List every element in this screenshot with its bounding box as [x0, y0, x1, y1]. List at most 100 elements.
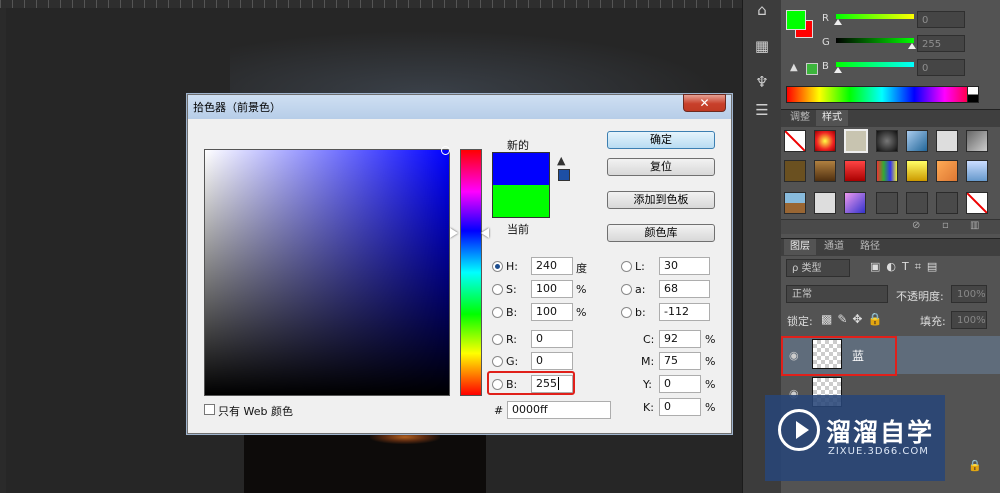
style-swatch[interactable]	[784, 192, 806, 214]
b-label: b:	[635, 306, 646, 319]
color-r-slider[interactable]	[836, 14, 914, 19]
trash-icon[interactable]: ▥	[970, 220, 979, 231]
style-swatch[interactable]	[876, 130, 898, 152]
radio-b[interactable]	[621, 307, 632, 318]
style-swatch-none[interactable]	[784, 130, 806, 152]
clear-style-icon[interactable]: ⊘	[912, 220, 920, 231]
black-white-swatch[interactable]	[967, 86, 979, 103]
style-swatch-none[interactable]	[966, 192, 988, 214]
black-input[interactable]: 0	[659, 398, 701, 416]
color-r-input[interactable]: 0	[917, 11, 965, 28]
properties-icon[interactable]: ☰	[752, 100, 772, 120]
lightness-input[interactable]: 30	[659, 257, 710, 275]
brush-icon[interactable]: ♆	[752, 72, 772, 92]
style-swatch[interactable]	[876, 160, 898, 182]
horizontal-ruler	[0, 0, 742, 8]
style-swatch[interactable]	[784, 160, 806, 182]
color-picker-marker[interactable]	[441, 146, 450, 155]
radio-a[interactable]	[621, 284, 632, 295]
saturation-label: S:	[506, 283, 517, 296]
websafe-swatch-small[interactable]	[806, 63, 818, 75]
a-input[interactable]: 68	[659, 280, 710, 298]
style-swatch[interactable]	[906, 130, 928, 152]
style-swatch[interactable]	[906, 160, 928, 182]
add-to-swatches-button[interactable]: 添加到色板	[607, 191, 715, 209]
web-colors-only-checkbox[interactable]	[204, 404, 215, 415]
radio-red[interactable]	[492, 334, 503, 345]
green-input[interactable]: 0	[531, 352, 573, 370]
style-swatch[interactable]	[814, 160, 836, 182]
lock-label: 锁定:	[787, 315, 813, 328]
style-swatch[interactable]	[814, 192, 836, 214]
fill-input[interactable]: 100%	[951, 311, 987, 329]
warning-triangle-icon[interactable]: ▲	[557, 154, 565, 167]
yellow-input[interactable]: 0	[659, 375, 701, 393]
tab-styles[interactable]: 样式	[816, 110, 848, 126]
filter-icons[interactable]: ▣◐T⌗▤	[870, 260, 943, 274]
blend-mode-dropdown[interactable]: 正常	[786, 285, 888, 303]
yellow-unit: %	[705, 378, 716, 391]
tab-paths[interactable]: 路径	[854, 239, 886, 255]
hue-input[interactable]: 240	[531, 257, 573, 275]
hue-slider-left-arrow[interactable]	[450, 228, 458, 238]
red-input[interactable]: 0	[531, 330, 573, 348]
close-icon[interactable]: ✕	[683, 94, 726, 112]
color-b-thumb[interactable]	[834, 67, 842, 73]
hue-slider-right-arrow[interactable]	[481, 228, 489, 238]
history-icon[interactable]: ⌂	[752, 0, 772, 20]
new-style-icon[interactable]: ▫	[942, 220, 949, 231]
radio-brightness[interactable]	[492, 307, 503, 318]
magenta-input[interactable]: 75	[659, 352, 701, 370]
style-swatch[interactable]	[814, 130, 836, 152]
b-input[interactable]: -112	[659, 303, 710, 321]
reset-button[interactable]: 复位	[607, 158, 715, 176]
style-swatch[interactable]	[936, 130, 958, 152]
style-swatch[interactable]	[876, 192, 898, 214]
color-r-thumb[interactable]	[834, 19, 842, 25]
style-swatch[interactable]	[844, 160, 866, 182]
color-libraries-button[interactable]: 颜色库	[607, 224, 715, 242]
lock-option-icons[interactable]: ▩✎✥🔒	[821, 312, 887, 326]
cyan-input[interactable]: 92	[659, 330, 701, 348]
tab-adjustments[interactable]: 调整	[784, 110, 816, 126]
radio-green[interactable]	[492, 356, 503, 367]
color-g-thumb[interactable]	[908, 43, 916, 49]
saturation-input[interactable]: 100	[531, 280, 573, 298]
foreground-color-swatch[interactable]	[786, 10, 806, 30]
style-swatch[interactable]	[936, 192, 958, 214]
current-color-swatch[interactable]	[492, 185, 550, 218]
color-g-input[interactable]: 255	[917, 35, 965, 52]
watermark-url: ZIXUE.3D66.COM	[828, 446, 929, 457]
color-b-input[interactable]: 0	[917, 59, 965, 76]
radio-lightness[interactable]	[621, 261, 632, 272]
style-swatch[interactable]	[844, 192, 866, 214]
radio-hue[interactable]	[492, 261, 503, 272]
color-b-label: B	[822, 61, 829, 72]
color-spectrum-bar[interactable]	[786, 86, 978, 103]
highlight-box-layer	[781, 336, 897, 376]
document-canvas	[244, 430, 486, 493]
web-colors-only-label: 只有 Web 颜色	[218, 405, 293, 418]
style-swatch[interactable]	[966, 130, 988, 152]
play-icon	[796, 421, 809, 439]
ok-button[interactable]: 确定	[607, 131, 715, 149]
highlight-box-blue	[487, 371, 575, 395]
brightness-input[interactable]: 100	[531, 303, 573, 321]
actions-icon[interactable]: ▦	[752, 36, 772, 56]
tab-layers[interactable]: 图层	[784, 239, 816, 255]
color-b-slider[interactable]	[836, 62, 914, 67]
websafe-color-swatch[interactable]	[558, 169, 570, 181]
hue-slider[interactable]	[460, 149, 482, 396]
style-swatch[interactable]	[906, 192, 928, 214]
opacity-input[interactable]: 100%	[951, 285, 987, 303]
tab-channels[interactable]: 通道	[818, 239, 850, 255]
style-swatch[interactable]	[936, 160, 958, 182]
black-unit: %	[705, 401, 716, 414]
style-swatch-selected[interactable]	[844, 129, 868, 153]
style-swatch[interactable]	[966, 160, 988, 182]
saturation-brightness-field[interactable]	[204, 149, 450, 396]
hex-input[interactable]: 0000ff	[507, 401, 611, 419]
radio-saturation[interactable]	[492, 284, 503, 295]
layer-filter-dropdown[interactable]: ρ 类型	[786, 259, 850, 277]
color-g-slider[interactable]	[836, 38, 914, 43]
